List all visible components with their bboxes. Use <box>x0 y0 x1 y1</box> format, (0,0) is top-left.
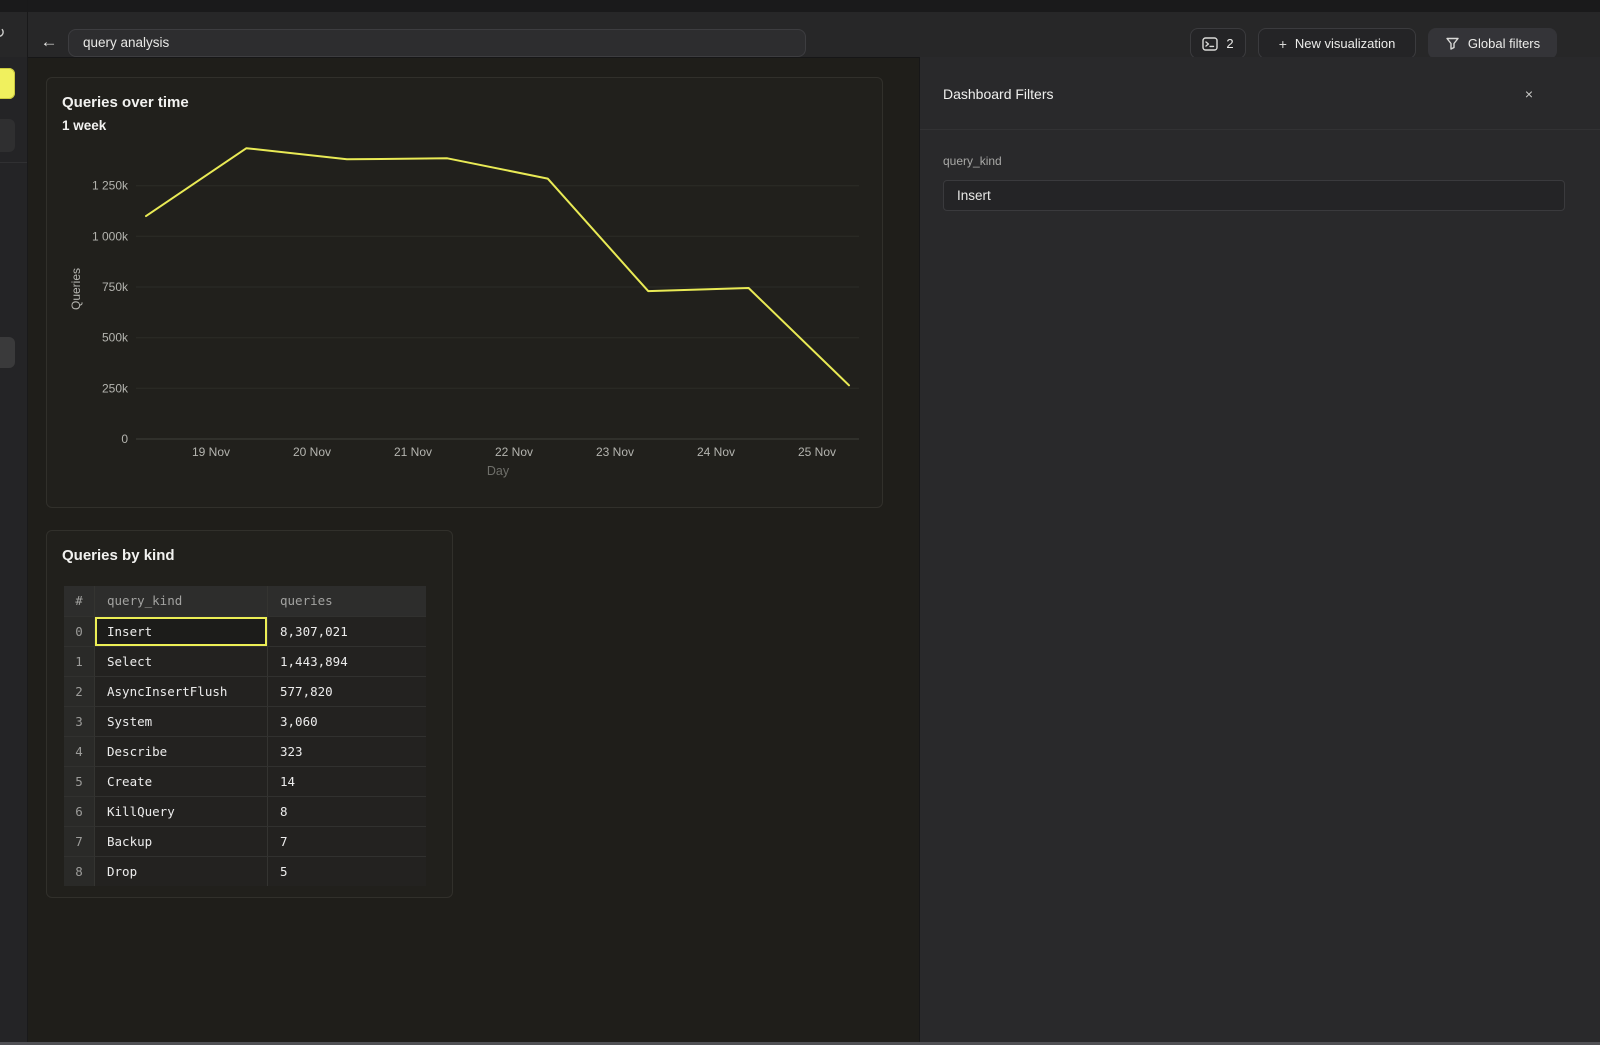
svg-text:20 Nov: 20 Nov <box>293 445 331 459</box>
query-kind-cell[interactable]: Create <box>94 766 267 796</box>
row-index-cell[interactable]: 2 <box>64 676 94 706</box>
svg-text:250k: 250k <box>102 381 129 395</box>
funnel-filter-icon <box>1445 36 1460 51</box>
back-arrow-icon: ← <box>41 32 58 51</box>
col-header-query-kind: query_kind <box>94 586 267 616</box>
rail-tile[interactable] <box>0 337 15 368</box>
svg-text:Day: Day <box>487 464 510 478</box>
terminal-icon <box>1202 37 1218 51</box>
history-refresh-icon: ↻ <box>0 23 5 43</box>
svg-text:19 Nov: 19 Nov <box>192 445 230 459</box>
rail-divider <box>0 162 27 163</box>
query-kind-cell[interactable]: Describe <box>94 736 267 766</box>
rail-tile-active[interactable] <box>0 68 15 99</box>
queries-count-label: 2 <box>1226 36 1233 51</box>
row-index-cell[interactable]: 5 <box>64 766 94 796</box>
svg-text:750k: 750k <box>102 280 129 294</box>
plus-icon: + <box>1279 36 1287 52</box>
row-index-cell[interactable]: 8 <box>64 856 94 886</box>
dashboard-filters-panel: Dashboard Filters × query_kind Insert <box>919 57 1600 1042</box>
svg-text:500k: 500k <box>102 331 129 345</box>
global-filters-label: Global filters <box>1468 36 1540 51</box>
back-button[interactable]: ← <box>38 31 60 53</box>
queries-value-cell[interactable]: 8,307,021 <box>267 616 426 646</box>
close-icon[interactable]: × <box>1520 85 1538 103</box>
window-top-strip <box>0 0 1600 12</box>
rail-tile[interactable] <box>0 119 15 152</box>
col-header-index: # <box>64 586 94 616</box>
row-index-cell[interactable]: 7 <box>64 826 94 856</box>
query-kind-cell[interactable]: Drop <box>94 856 267 886</box>
queries-value-cell[interactable]: 3,060 <box>267 706 426 736</box>
queries-value-cell[interactable]: 323 <box>267 736 426 766</box>
svg-text:24 Nov: 24 Nov <box>697 445 735 459</box>
left-rail <box>0 57 27 1042</box>
queries-over-time-chart[interactable]: 0 250k 500k 750k 1 000k 1 250k 19 Nov 20 Nov 21 … <box>47 78 882 507</box>
query-kind-cell[interactable]: KillQuery <box>94 796 267 826</box>
rail-history-button[interactable]: ↻ <box>0 12 27 57</box>
queries-value-cell[interactable]: 8 <box>267 796 426 826</box>
query-kind-cell[interactable]: Backup <box>94 826 267 856</box>
queries-count-button[interactable]: 2 <box>1190 28 1246 59</box>
svg-text:21 Nov: 21 Nov <box>394 445 432 459</box>
query-kind-cell[interactable]: AsyncInsertFlush <box>94 676 267 706</box>
svg-text:1 250k: 1 250k <box>92 179 129 193</box>
svg-text:1 000k: 1 000k <box>92 229 129 243</box>
filters-panel-title: Dashboard Filters <box>943 86 1054 102</box>
row-index-cell[interactable]: 1 <box>64 646 94 676</box>
query-kind-filter-input[interactable]: Insert <box>943 180 1565 211</box>
table-title: Queries by kind <box>62 547 175 564</box>
dashboard-name-input[interactable]: query analysis <box>68 29 806 57</box>
queries-value-cell[interactable]: 5 <box>267 856 426 886</box>
row-index-cell[interactable]: 0 <box>64 616 94 646</box>
queries-by-kind-table: #query_kindqueries 0Insert8,307,021 1Selec… <box>64 586 426 886</box>
new-visualization-button[interactable]: + New visualization <box>1258 28 1416 59</box>
queries-value-cell[interactable]: 7 <box>267 826 426 856</box>
svg-text:Queries: Queries <box>69 268 83 310</box>
filter-field-label: query_kind <box>943 154 1002 168</box>
svg-text:22 Nov: 22 Nov <box>495 445 533 459</box>
table-card: Queries by kind #query_kindqueries 0Inser… <box>46 530 453 898</box>
col-header-queries: queries <box>267 586 426 616</box>
row-index-cell[interactable]: 6 <box>64 796 94 826</box>
topbar: ← query analysis 2 + New visualization G… <box>0 12 1600 57</box>
row-index-cell[interactable]: 4 <box>64 736 94 766</box>
chart-card: Queries over time 1 week 0250k500k750k1 … <box>46 77 883 508</box>
global-filters-button[interactable]: Global filters <box>1428 28 1557 59</box>
query-kind-cell[interactable]: Insert <box>94 616 267 646</box>
filters-panel-divider <box>920 129 1600 130</box>
new-visualization-label: New visualization <box>1295 36 1395 51</box>
query-kind-cell[interactable]: Select <box>94 646 267 676</box>
queries-value-cell[interactable]: 577,820 <box>267 676 426 706</box>
rail-content-divider <box>27 0 28 1042</box>
queries-value-cell[interactable]: 1,443,894 <box>267 646 426 676</box>
svg-text:23 Nov: 23 Nov <box>596 445 634 459</box>
svg-text:25 Nov: 25 Nov <box>798 445 836 459</box>
svg-text:0: 0 <box>121 432 128 446</box>
row-index-cell[interactable]: 3 <box>64 706 94 736</box>
queries-value-cell[interactable]: 14 <box>267 766 426 796</box>
query-kind-cell[interactable]: System <box>94 706 267 736</box>
